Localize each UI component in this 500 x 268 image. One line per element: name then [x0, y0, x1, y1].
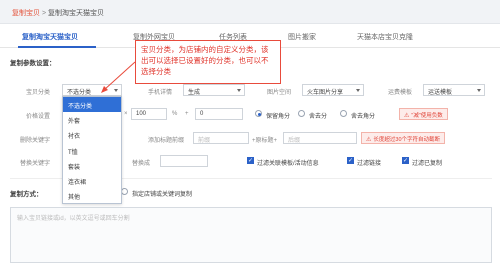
replace-with-label: 替换成: [132, 161, 151, 167]
copy-mode-label: 复制方式：: [10, 191, 43, 198]
price-label: 价格设置: [26, 114, 51, 120]
breadcrumb: 复制宝贝 > 复制淘宝天猫宝贝: [12, 8, 104, 18]
delete-keyword-label: 删除关键字: [20, 138, 51, 144]
warning-icon: ⚠: [404, 113, 410, 119]
annotation-callout: 宝贝分类，为店铺内的自定义分类，该出可以选择已设置好的分类，也可以不选择分类: [135, 40, 281, 84]
price-percent-unit: %: [172, 111, 178, 117]
dropdown-option-other[interactable]: 其他: [63, 188, 121, 203]
tab-copy-taobao[interactable]: 复制淘宝天猫宝贝: [22, 32, 78, 42]
image-space-select[interactable]: 火车图片分享: [302, 84, 364, 96]
image-space-label: 图片空间: [267, 90, 292, 96]
title-suffix-placeholder: 后缀: [288, 138, 301, 144]
dropdown-option-tshirt[interactable]: T恤: [63, 143, 121, 158]
chevron-down-icon: [114, 89, 118, 92]
price-warning-text: "减"使用负数: [411, 113, 443, 119]
image-space-value: 火车图片分享: [307, 90, 344, 96]
price-multiplier-input[interactable]: 100: [131, 108, 167, 120]
filter-link-checkbox[interactable]: ✓: [347, 157, 354, 164]
filter-copied-checkbox[interactable]: ✓: [402, 157, 409, 164]
title-prefix-input[interactable]: 前缀: [193, 132, 249, 144]
filter-template-label: 过滤关联模板/活动信息: [257, 161, 319, 167]
dropdown-option-suit[interactable]: 套装: [63, 158, 121, 173]
title-prefix-placeholder: 前缀: [198, 138, 211, 144]
breadcrumb-current: 复制淘宝天猫宝贝: [48, 10, 104, 17]
chevron-down-icon: [237, 89, 241, 92]
price-multiply-sign: ×: [124, 111, 128, 117]
copy-mode-store-label: 指定店铺或关键词复制: [132, 192, 193, 198]
dropdown-option-shirt[interactable]: 衬衣: [63, 127, 121, 142]
dropdown-option-coat[interactable]: 外套: [63, 112, 121, 127]
breadcrumb-parent[interactable]: 复制宝贝: [12, 10, 40, 17]
freight-value: 运送模板: [428, 90, 453, 96]
dropdown-option-none[interactable]: 不选分类: [63, 97, 121, 113]
tab-tmall-clone[interactable]: 天猫本店宝贝克隆: [357, 32, 413, 42]
title-warning-text: 长度超过30个字符自动截断: [373, 137, 441, 143]
warning-icon: ⚠: [366, 137, 372, 143]
category-dropdown-list: 不选分类 外套 衬衣 T恤 套装 连衣裙 其他: [62, 96, 122, 205]
freight-label: 运费模板: [388, 90, 413, 96]
category-label: 宝贝分类: [26, 90, 51, 96]
freight-select[interactable]: 运送模板: [423, 84, 485, 96]
mobile-detail-label: 手机详情: [148, 90, 173, 96]
mobile-detail-select[interactable]: 生成: [183, 84, 245, 96]
rounding-drop-fen-radio[interactable]: [298, 110, 305, 117]
filter-copied-label: 过滤已复制: [412, 161, 443, 167]
title-suffix-input[interactable]: 后缀: [283, 132, 357, 144]
copy-mode-store-radio[interactable]: [121, 188, 128, 195]
tab-image-move[interactable]: 图片搬家: [288, 32, 316, 42]
price-warning: ⚠ "减"使用负数: [399, 108, 448, 120]
replace-with-input[interactable]: [160, 155, 208, 167]
filter-template-checkbox[interactable]: ✓: [247, 157, 254, 164]
chevron-down-icon: [356, 89, 360, 92]
params-section-title: 复制参数设置：: [10, 60, 56, 67]
replace-keyword-label: 替换关键字: [20, 161, 51, 167]
active-tab-indicator: [18, 46, 96, 48]
original-title-label: +原标题+: [252, 138, 278, 144]
rounding-keep-radio[interactable]: [255, 110, 262, 117]
link-input-placeholder: 输入宝贝链接或id，以英文逗号或回车分割: [17, 216, 130, 222]
link-input-area[interactable]: 输入宝贝链接或id，以英文逗号或回车分割: [10, 207, 492, 263]
breadcrumb-separator: >: [41, 10, 47, 17]
breadcrumb-bar: 复制宝贝 > 复制淘宝天猫宝贝: [0, 0, 500, 24]
rounding-drop-jiao-label: 舍去角分: [351, 114, 376, 120]
chevron-down-icon: [477, 89, 481, 92]
rounding-drop-jiao-radio[interactable]: [340, 110, 347, 117]
category-select[interactable]: 不选分类: [62, 84, 122, 96]
rounding-drop-fen-label: 舍去分: [309, 114, 328, 120]
mobile-detail-value: 生成: [188, 90, 201, 96]
filter-link-label: 过滤链接: [357, 161, 382, 167]
title-prefix-label: 添加标题前缀: [148, 138, 185, 144]
price-add-input[interactable]: 0: [195, 108, 243, 120]
title-warning: ⚠ 长度超过30个字符自动截断: [361, 132, 446, 144]
rounding-keep-label: 保留角分: [266, 114, 291, 120]
price-plus-sign: +: [185, 111, 189, 117]
dropdown-option-dress[interactable]: 连衣裙: [63, 173, 121, 188]
